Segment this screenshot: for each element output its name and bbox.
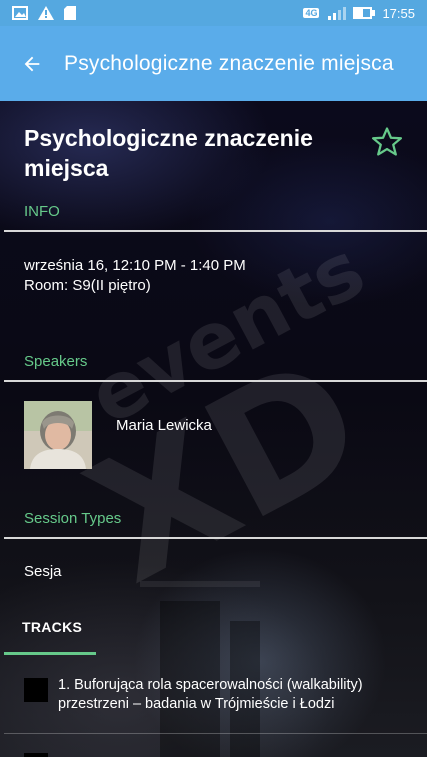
session-type-value: Sesja (24, 563, 62, 580)
session-detail[interactable]: events XD Psychologiczne znaczenie miejs… (0, 101, 427, 757)
divider (4, 380, 427, 382)
track-color-swatch (24, 678, 48, 702)
divider (4, 733, 427, 734)
info-section-label: INFO (24, 203, 60, 220)
signal-icon (326, 6, 347, 20)
info-details: września 16, 12:10 PM - 1:40 PM Room: S9… (24, 256, 246, 296)
arrow-back-icon (24, 56, 40, 71)
event-title: Psychologiczne znaczenie miejsca (24, 125, 313, 181)
tab-tracks[interactable]: TRACKS (22, 619, 82, 635)
app-bar-title: Psychologiczne znaczenie miejsca (64, 51, 394, 75)
track-item[interactable]: 1. Buforująca rola spacerowalności (walk… (24, 676, 419, 714)
sd-card-icon (64, 6, 76, 20)
status-bar: 4G 17:55 (0, 0, 427, 26)
divider (4, 230, 427, 232)
track-label: 1. Buforująca rola spacerowalności (walk… (58, 677, 363, 712)
session-types-section-label: Session Types (24, 510, 122, 527)
star-outline-icon[interactable] (370, 125, 404, 159)
session-room: Room: S9(II piętro) (24, 277, 151, 294)
track-color-swatch (24, 753, 48, 757)
status-time: 17:55 (382, 5, 415, 21)
watermark-text-xd: XD (60, 319, 393, 622)
title-row: Psychologiczne znaczenie miejsca (24, 123, 404, 183)
image-icon (12, 6, 28, 20)
network-type: 4G (303, 8, 320, 18)
app-bar: Psychologiczne znaczenie miejsca (0, 26, 427, 101)
divider (4, 537, 427, 539)
session-time: września 16, 12:10 PM - 1:40 PM (24, 257, 246, 274)
tab-indicator (4, 652, 96, 655)
back-button[interactable] (0, 26, 64, 101)
speakers-section-label: Speakers (24, 353, 88, 370)
speaker-item[interactable]: Maria Lewicka (24, 401, 212, 469)
speaker-avatar (24, 401, 92, 469)
warning-icon (38, 6, 54, 20)
battery-icon (353, 7, 376, 19)
speaker-name: Maria Lewicka (116, 416, 212, 434)
